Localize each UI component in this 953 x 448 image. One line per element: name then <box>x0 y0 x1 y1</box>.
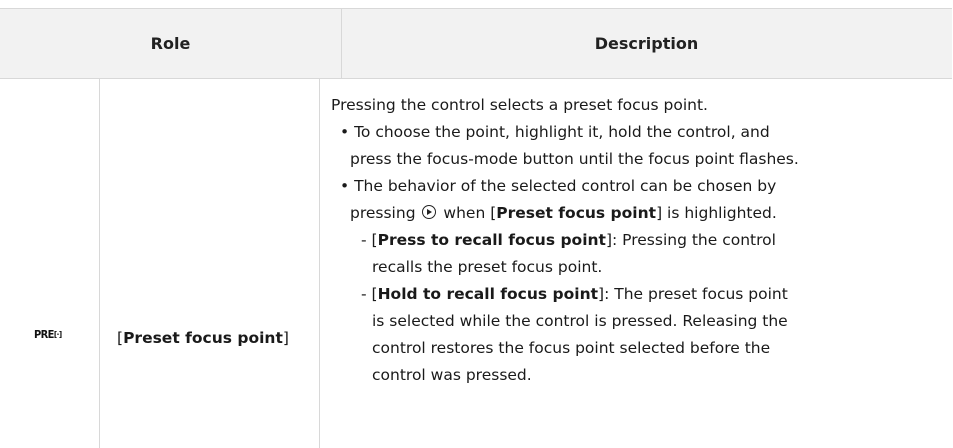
sub-option-1-line-2: recalls the preset focus point. <box>372 258 603 276</box>
focus-bracket-symbol: [·] <box>53 330 62 339</box>
table-cell-role: [Preset focus point] <box>99 78 319 448</box>
table-cell-description: Pressing the control selects a preset fo… <box>319 78 952 448</box>
sub-2-bold: Hold to recall focus point <box>377 285 599 303</box>
sub-option-2-line-2: is selected while the control is pressed… <box>372 312 788 330</box>
header-role: Role <box>150 34 191 53</box>
table-header: Role Description <box>0 8 952 79</box>
preset-focus-icon: PRE[·] <box>34 328 62 342</box>
role-name: Preset focus point <box>123 329 283 347</box>
sub-2-pre: - [ <box>361 285 378 303</box>
header-description: Description <box>594 34 699 53</box>
bullet-2-post: ] is highlighted. <box>656 204 777 222</box>
table-cell-icon: PRE[·] <box>0 78 99 448</box>
bullet-2-pressing: pressing <box>350 204 416 222</box>
role-close-bracket: ] <box>282 329 289 347</box>
multi-selector-right-icon <box>422 205 437 219</box>
role-text: [Preset focus point] <box>117 329 289 347</box>
preset-icon-label: PRE <box>34 328 54 341</box>
bullet-2-when: when [ <box>443 204 497 222</box>
bullet-2-line-1: • The behavior of the selected control c… <box>340 177 777 195</box>
description-intro: Pressing the control selects a preset fo… <box>331 96 708 114</box>
sub-option-1-line-1: - [Press to recall focus point]: Pressin… <box>361 230 776 250</box>
settings-table: Role Description PRE[·] [Preset focus po… <box>0 0 953 448</box>
sub-1-bold: Press to recall focus point <box>377 231 606 249</box>
sub-option-2-line-3: control restores the focus point selecte… <box>372 339 771 357</box>
sub-2-post: ]: The preset focus point <box>598 285 788 303</box>
bullet-2-bold: Preset focus point <box>496 204 657 222</box>
bullet-1-line-2: press the focus-mode button until the fo… <box>350 150 799 168</box>
sub-option-2-line-1: - [Hold to recall focus point]: The pres… <box>361 284 788 304</box>
sub-1-pre: - [ <box>361 231 378 249</box>
sub-option-2-line-4: control was pressed. <box>372 366 532 384</box>
bullet-1-line-1: • To choose the point, highlight it, hol… <box>340 123 770 141</box>
bullet-2-line-2: pressing when [Preset focus point] is hi… <box>350 203 777 223</box>
sub-1-post: ]: Pressing the control <box>605 231 776 249</box>
header-divider <box>341 8 342 78</box>
